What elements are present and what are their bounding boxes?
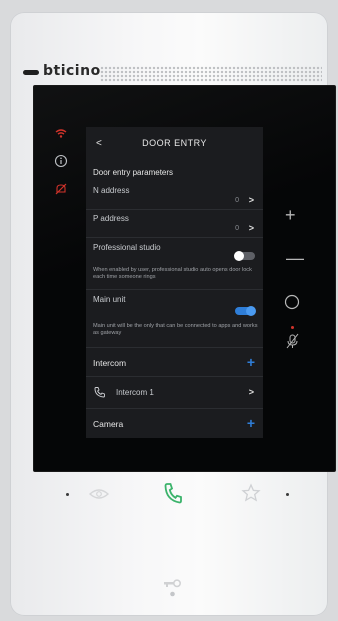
add-intercom-button[interactable]: + [247, 355, 255, 369]
p-address-label: P address [93, 214, 129, 223]
speaker-grille [100, 66, 322, 82]
toggle-knob [246, 306, 256, 316]
circle-icon[interactable] [284, 294, 300, 310]
n-address-value: 0 [235, 197, 239, 204]
minus-icon[interactable]: — [286, 248, 304, 269]
mute-icon[interactable] [54, 182, 68, 196]
camera-label: Camera [93, 419, 124, 429]
phone-icon [94, 386, 106, 398]
mic-mute-icon[interactable] [285, 333, 300, 349]
section-title: Door entry parameters [93, 168, 174, 177]
door-entry-panel: < DOOR ENTRY Door entry parameters N add… [86, 127, 263, 438]
chevron-right-icon[interactable]: > [249, 223, 254, 233]
p-address-value: 0 [235, 225, 239, 232]
intercom-row: Intercom + [86, 348, 263, 377]
main-unit-desc: Main unit will be the only that can be c… [93, 323, 258, 336]
indicator-dot [66, 493, 69, 496]
camera-row: Camera + [86, 409, 263, 437]
star-icon[interactable] [241, 483, 261, 503]
main-unit-toggle[interactable] [235, 306, 256, 316]
brand-bar [23, 70, 39, 75]
professional-studio-desc: When enabled by user, professional studi… [93, 267, 252, 280]
panel-header: < DOOR ENTRY [86, 127, 263, 158]
indicator-dot [286, 493, 289, 496]
key-icon[interactable] [161, 574, 185, 598]
brand-logo: bticino [43, 63, 101, 79]
status-led [291, 326, 294, 329]
professional-studio-label: Professional studio [93, 243, 161, 252]
page-title: DOOR ENTRY [142, 138, 207, 148]
chevron-right-icon[interactable]: > [249, 195, 254, 205]
wifi-icon[interactable] [54, 126, 68, 140]
main-unit-row: Main unit Main unit will be the only tha… [86, 290, 263, 348]
eye-icon[interactable] [88, 485, 110, 503]
intercom-label: Intercom [93, 358, 127, 368]
info-icon[interactable] [54, 154, 68, 168]
plus-icon[interactable]: + [285, 205, 296, 226]
p-address-row[interactable]: P address 0 > [86, 210, 263, 238]
phone-icon[interactable] [163, 481, 183, 505]
add-camera-button[interactable]: + [247, 416, 255, 430]
professional-studio-toggle[interactable] [234, 251, 255, 261]
chevron-right-icon[interactable]: > [249, 387, 254, 397]
n-address-row[interactable]: N address 0 > [86, 183, 263, 210]
professional-studio-row: Professional studio When enabled by user… [86, 238, 263, 290]
intercom-item-label: Intercom 1 [116, 388, 154, 397]
n-address-label: N address [93, 186, 130, 195]
toggle-knob [234, 251, 244, 261]
intercom-item-row[interactable]: Intercom 1 > [86, 377, 263, 409]
main-unit-label: Main unit [93, 295, 126, 304]
